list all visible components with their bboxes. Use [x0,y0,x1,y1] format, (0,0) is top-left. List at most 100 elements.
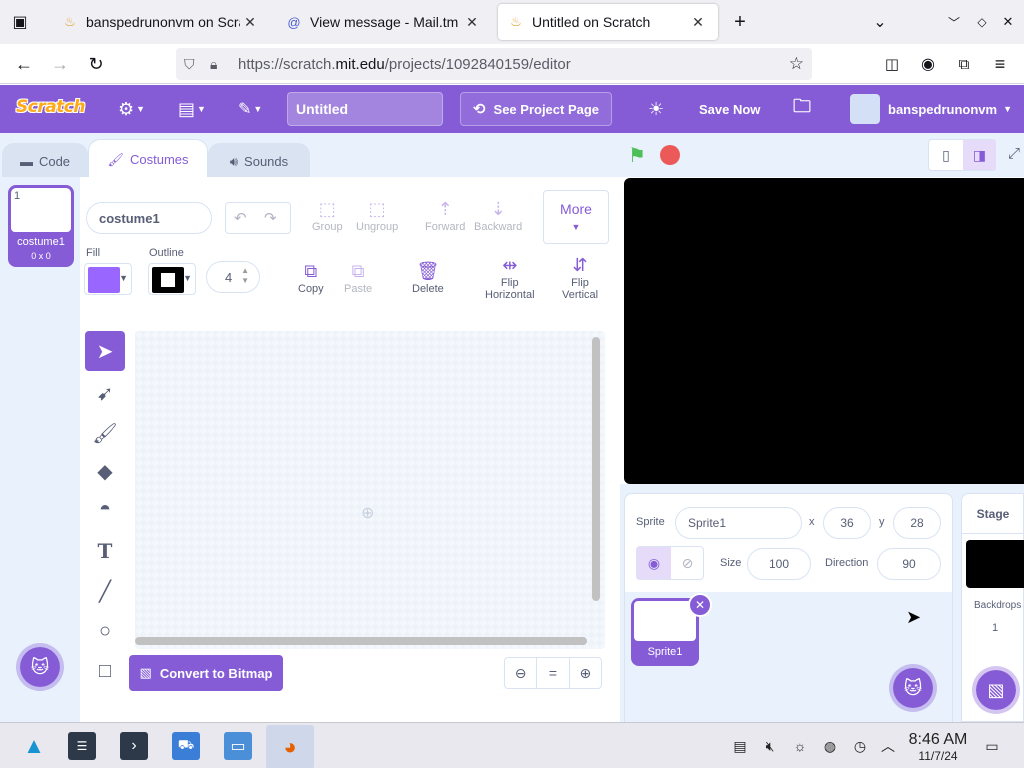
forward-icon[interactable]: → [48,52,72,76]
paste-button[interactable]: ⧉ Paste [344,261,372,295]
close-tab-icon[interactable]: ✕ [240,14,260,31]
choose-backdrop-button[interactable]: ▧ [972,666,1020,714]
zoom-reset-button[interactable]: = [537,658,570,688]
choose-sprite-button[interactable]: 🐱︎ [889,664,937,712]
url-bar[interactable]: ⛉ 🔒︎ https://scratch.mit.edu/projects/10… [176,48,812,80]
settings-app-icon[interactable]: ☰ [68,732,96,760]
reshape-tool[interactable]: ➹ [85,373,125,413]
minimize-icon[interactable]: ﹀ [942,10,966,34]
scratch-logo[interactable]: Scratch [16,97,86,121]
shield-icon[interactable]: ⛉ [184,56,195,73]
account-menu[interactable]: banspedrunonvm ▼ [888,93,1012,125]
normal-stage-icon[interactable]: ◨ [963,140,996,170]
pocket-icon[interactable]: ◫ [880,52,904,76]
bookmark-star-icon[interactable]: ☆ [789,54,804,74]
flip-horizontal-button[interactable]: ⇹ Flip Horizontal [485,255,535,301]
eye-show-icon[interactable]: ◉ [637,547,671,579]
zoom-out-icon[interactable]: ⊖ [505,658,538,688]
volume-muted-icon[interactable]: 🔇︎ [760,736,780,756]
theme-lightbulb-icon[interactable]: ☀ [648,93,664,125]
tab-sounds[interactable]: 🔊︎ Sounds [208,143,310,179]
menu-hamburger-icon[interactable]: ≡ [988,52,1012,76]
delete-sprite-icon[interactable]: ✕ [688,593,712,617]
more-menu[interactable]: More ▼ [543,190,609,244]
tab-untitled-scratch[interactable]: ♨ Untitled on Scratch ✕ [498,4,718,40]
stepper-icon[interactable]: ▲ ▼ [241,266,249,286]
backward-button[interactable]: ⇣ Backward [474,199,522,233]
delete-button[interactable]: 🗑︎ Delete [412,261,444,295]
canvas-vertical-scrollbar[interactable] [592,337,600,601]
costume-name-input[interactable]: costume1 [86,202,212,234]
tray-expand-icon[interactable]: ︿ [878,736,898,756]
sprite-tile[interactable]: Sprite1 ✕ [631,593,712,666]
close-window-icon[interactable]: ✕ [996,10,1020,34]
network-icon[interactable]: ◍ [820,736,840,756]
tab-list-icon[interactable]: ▣ [8,10,32,34]
direction-input[interactable]: 90 [877,548,941,580]
zoom-in-icon[interactable]: ⊕ [570,658,601,688]
ungroup-button[interactable]: ⬚ Ungroup [356,199,398,233]
eraser-tool[interactable]: ◆ [85,451,125,491]
stop-icon[interactable] [660,145,680,165]
redo-icon[interactable]: ↷ [264,209,277,227]
undo-icon[interactable]: ↶ [234,209,247,227]
extensions-icon[interactable]: ⧉ [952,52,976,76]
project-title-input[interactable]: Untitled [287,92,443,126]
tab-mailtm[interactable]: @ View message - Mail.tm ✕ [276,4,492,40]
back-icon[interactable]: ← [12,52,36,76]
canvas-horizontal-scrollbar[interactable] [135,637,587,645]
arch-launcher-icon[interactable]: ▲ [20,732,48,760]
fill-color-picker[interactable]: ▼ [84,263,132,295]
group-button[interactable]: ⬚ Group [312,199,343,233]
tab-banspedrunonvm[interactable]: ♨ banspedrunonvm on Scratch ✕ [52,4,270,40]
show-desktop-icon[interactable]: ▭ [982,736,1002,756]
copy-button[interactable]: ⧉ Copy [298,261,324,295]
tab-code[interactable]: ▬ Code [2,143,88,179]
settings-menu[interactable]: ⚙ ▼ [118,93,145,125]
eye-hide-icon[interactable]: ⊘ [671,547,704,579]
fullscreen-icon[interactable]: ⤢ [1008,145,1020,162]
green-flag-icon[interactable]: ⚑ [628,143,646,168]
maximize-icon[interactable]: ◇ [970,10,994,34]
clock[interactable]: 8:46 AM 11/7/24 [903,731,973,763]
file-menu[interactable]: ▤ ▼ [178,93,206,125]
stage-canvas[interactable] [624,178,1024,484]
convert-to-bitmap-button[interactable]: ▧ Convert to Bitmap [129,655,283,691]
clipboard-icon[interactable]: ▤ [730,736,750,756]
brightness-icon[interactable]: ☼ [790,736,810,756]
outline-color-picker[interactable]: ▼ [148,263,196,295]
sprite-name-input[interactable]: Sprite1 [675,507,802,539]
forward-button[interactable]: ⇡ Forward [425,199,465,233]
choose-costume-button[interactable]: 🐱︎ [16,643,64,691]
tab-costumes[interactable]: 🖌︎ Costumes [88,139,208,179]
outline-width-input[interactable]: 4 ▲ ▼ [206,261,260,293]
file-manager-icon[interactable]: ▭ [224,732,252,760]
reload-icon[interactable]: ↻ [84,52,108,76]
select-tool[interactable]: ➤ [85,331,125,371]
lock-icon[interactable]: 🔒︎ [210,56,217,73]
software-store-icon[interactable]: ⛟ [172,732,200,760]
line-tool[interactable]: ╱ [85,571,125,611]
small-stage-icon[interactable]: ▯ [929,140,963,170]
fill-tool[interactable]: ◓ [85,489,125,529]
firefox-icon[interactable]: ◕ [266,725,314,768]
y-input[interactable]: 28 [893,507,941,539]
edit-menu[interactable]: ✎ ▼ [238,93,262,125]
x-input[interactable]: 36 [823,507,871,539]
size-input[interactable]: 100 [747,548,811,580]
new-tab-button[interactable]: + [728,10,752,34]
terminal-icon[interactable]: › [120,732,148,760]
rectangle-tool[interactable]: □ [85,651,125,691]
text-tool[interactable]: T [85,531,125,571]
close-tab-icon[interactable]: ✕ [462,14,482,31]
list-all-tabs-icon[interactable]: ⌄ [868,10,892,34]
updates-icon[interactable]: ◷ [850,736,870,756]
stage-selector-panel[interactable]: Stage Backdrops 1 ▧ [961,493,1024,722]
flip-vertical-button[interactable]: ⇵ Flip Vertical [562,255,598,301]
avatar[interactable] [850,94,880,124]
account-icon[interactable]: ◉ [916,52,940,76]
close-tab-icon[interactable]: ✕ [688,14,708,31]
my-stuff-folder-icon[interactable]: 🗀︎ [793,93,811,125]
see-project-page-button[interactable]: ⟲ See Project Page [460,92,612,126]
brush-tool[interactable]: 🖌︎ [85,413,125,453]
